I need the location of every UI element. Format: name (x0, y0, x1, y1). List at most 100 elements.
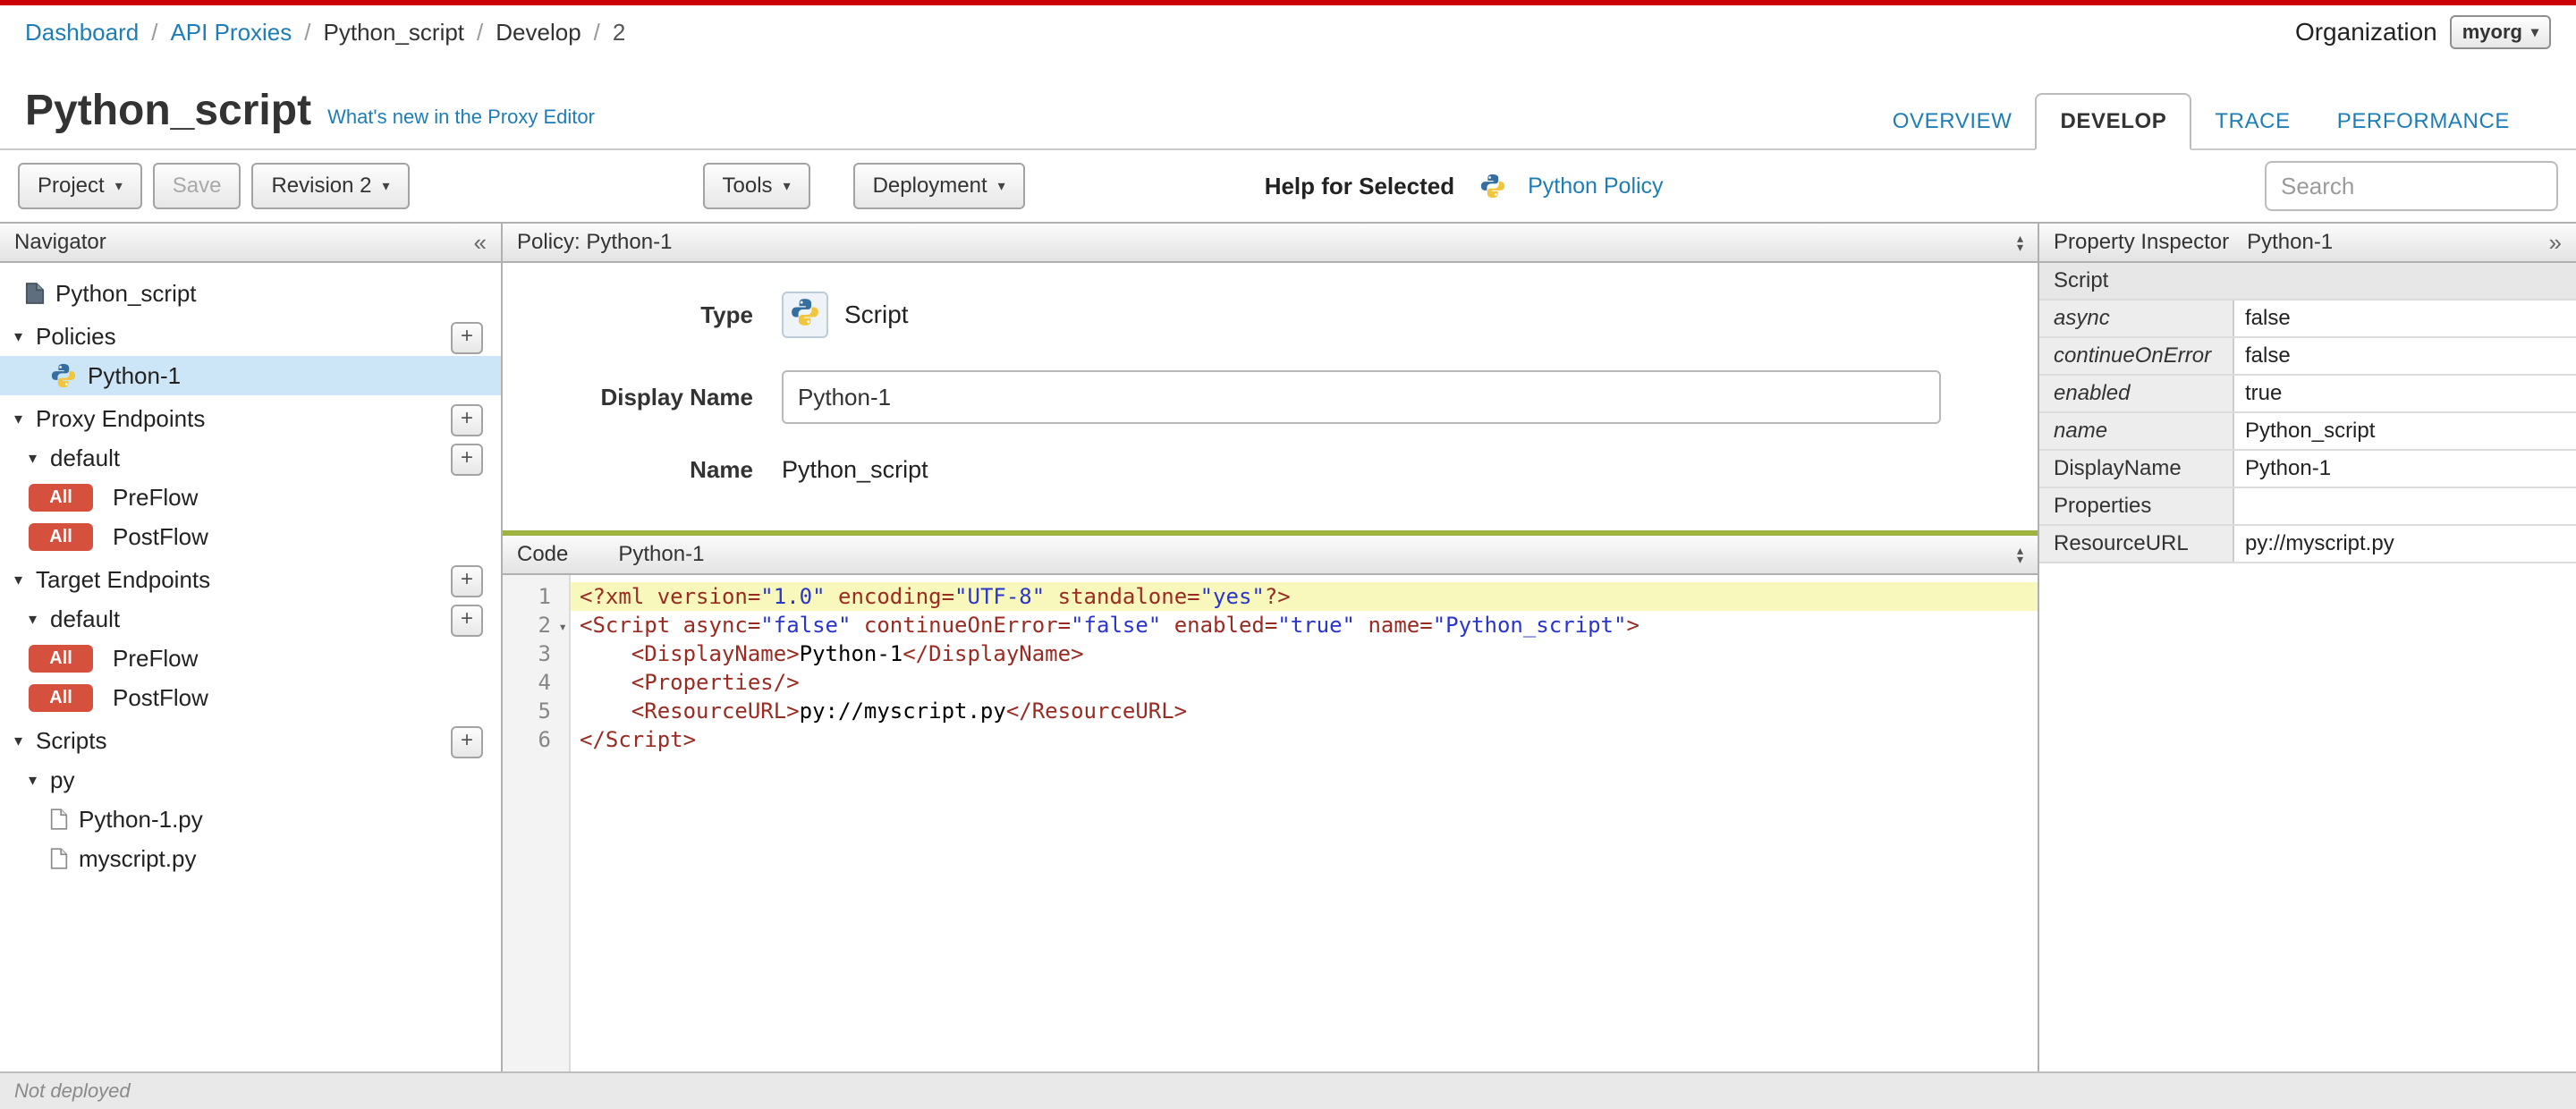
navigator-panel: Navigator « Python_script ▾ Policies + Pytho… (0, 222, 503, 1071)
navigator-item-postflow[interactable]: All PostFlow (0, 517, 501, 556)
code-line: <?xml version="1.0" encoding="UTF-8" sta… (571, 582, 2038, 611)
navigator-item-preflow[interactable]: All PreFlow (0, 478, 501, 517)
policy-panel-title: Policy: Python-1 (517, 230, 673, 254)
disclosure-triangle-icon[interactable]: ▾ (29, 771, 50, 790)
code-gutter: 1 2 ▾ 3 4 5 6 (503, 575, 571, 1071)
navigator-item-label: Python-1 (88, 361, 182, 389)
code-section: Code Python-1 ▴ ▾ 1 2 ▾ 3 4 5 6 <?xml version="… (503, 530, 2038, 1071)
code-file-name: Python-1 (618, 542, 705, 566)
navigator-title: Navigator (14, 230, 106, 254)
add-button[interactable]: + (451, 444, 483, 476)
inspector-row-async[interactable]: async false (2039, 301, 2576, 338)
collapse-panel-icon[interactable]: « (474, 229, 487, 257)
add-button[interactable]: + (451, 322, 483, 354)
navigator-item-policies[interactable]: ▾ Policies + (0, 317, 501, 356)
organization-select[interactable]: myorg ▾ (2449, 15, 2551, 49)
proxy-icon (25, 282, 45, 305)
add-button[interactable]: + (451, 605, 483, 637)
code-fold-icon[interactable]: ▾ (558, 613, 567, 641)
line-number: 1 (538, 584, 551, 609)
navigator-item-scripts[interactable]: ▾ Scripts + (0, 721, 501, 760)
tab-performance[interactable]: PERFORMANCE (2314, 95, 2533, 148)
navigator-item-label: Target Endpoints (36, 565, 211, 593)
property-name: enabled (2039, 376, 2234, 411)
tab-develop[interactable]: DEVELOP (2035, 93, 2192, 150)
navigator-item-python-1[interactable]: Python-1 (0, 356, 501, 395)
all-badge: All (29, 644, 93, 673)
type-label: Type (700, 301, 753, 328)
all-badge: All (29, 522, 93, 551)
code-editor[interactable]: 1 2 ▾ 3 4 5 6 <?xml version="1.0" encoding="UT… (503, 575, 2038, 1071)
navigator-item-label: Policies (36, 322, 116, 350)
deployment-button[interactable]: Deployment ▾ (852, 163, 1025, 209)
property-value: false (2245, 343, 2291, 368)
file-icon (50, 847, 68, 870)
property-table: Script async false continueOnError false enab… (2039, 263, 2576, 563)
navigator-item-myscript-py[interactable]: myscript.py (0, 839, 501, 878)
whats-new-link[interactable]: What's new in the Proxy Editor (327, 106, 595, 148)
disclosure-triangle-icon[interactable]: ▾ (14, 327, 36, 346)
chevron-down-icon: ▾ (997, 179, 1005, 194)
expand-panel-icon[interactable]: » (2549, 229, 2562, 257)
search-input[interactable] (2265, 161, 2558, 211)
revision-button[interactable]: Revision 2 ▾ (251, 163, 410, 209)
property-inspector-header: Property Inspector Python-1 » (2039, 222, 2576, 263)
type-value: Script (782, 292, 909, 338)
page-title: Python_script (25, 87, 312, 134)
all-badge: All (29, 483, 93, 512)
tab-overview[interactable]: OVERVIEW (1869, 95, 2036, 148)
navigator-item-python-1-py[interactable]: Python-1.py (0, 800, 501, 839)
inspector-row-name[interactable]: name Python_script (2039, 413, 2576, 451)
code-lines[interactable]: <?xml version="1.0" encoding="UTF-8" sta… (571, 575, 2038, 1071)
navigator-item-preflow[interactable]: All PreFlow (0, 639, 501, 678)
disclosure-triangle-icon[interactable]: ▾ (14, 571, 36, 589)
tools-button[interactable]: Tools ▾ (702, 163, 810, 209)
disclosure-triangle-icon[interactable]: ▾ (14, 410, 36, 428)
navigator-item-default[interactable]: ▾ default + (0, 599, 501, 639)
navigator-item-python-script[interactable]: Python_script (0, 274, 501, 313)
disclosure-triangle-icon[interactable]: ▾ (29, 610, 50, 629)
inspector-row-continueonerror[interactable]: continueOnError false (2039, 338, 2576, 376)
disclosure-triangle-icon[interactable]: ▾ (29, 449, 50, 468)
property-name: ResourceURL (2039, 526, 2234, 562)
chevron-down-icon: ▾ (382, 179, 390, 194)
property-value: py://myscript.py (2245, 531, 2394, 555)
breadcrumb-item-dashboard[interactable]: Dashboard (25, 19, 139, 47)
collapse-section-icon[interactable]: ▴ ▾ (2017, 232, 2023, 253)
navigator-item-proxy-endpoints[interactable]: ▾ Proxy Endpoints + (0, 399, 501, 438)
display-name-input[interactable] (782, 370, 1941, 424)
all-badge: All (29, 683, 93, 712)
navigator-item-py[interactable]: ▾ py (0, 760, 501, 800)
breadcrumb-separator: / (304, 18, 311, 46)
navigator-item-label: PostFlow (113, 522, 208, 550)
breadcrumb-separator: / (477, 18, 484, 46)
save-button[interactable]: Save (152, 163, 242, 209)
property-inspector-subject: Python-1 (2247, 230, 2334, 254)
tab-trace[interactable]: TRACE (2191, 95, 2313, 148)
navigator-item-target-endpoints[interactable]: ▾ Target Endpoints + (0, 560, 501, 599)
breadcrumb-item-2: 2 (612, 18, 626, 46)
navigator-item-postflow[interactable]: All PostFlow (0, 678, 501, 717)
navigator-item-default[interactable]: ▾ default + (0, 438, 501, 478)
policy-help-link[interactable]: Python Policy (1479, 173, 1664, 199)
add-button[interactable]: + (451, 565, 483, 597)
inspector-row-enabled[interactable]: enabled true (2039, 376, 2576, 413)
breadcrumb-item-api-proxies[interactable]: API Proxies (170, 19, 292, 47)
inspector-row-resourceurl[interactable]: ResourceURL py://myscript.py (2039, 526, 2576, 563)
project-button[interactable]: Project ▾ (18, 163, 142, 209)
inspector-row-displayname[interactable]: DisplayName Python-1 (2039, 451, 2576, 488)
tab-bar: OVERVIEW DEVELOP TRACE PERFORMANCE (1869, 93, 2533, 150)
deployment-status: Not deployed (14, 1079, 131, 1102)
collapse-section-icon[interactable]: ▴ ▾ (2017, 544, 2023, 565)
line-number: 6 (538, 727, 551, 752)
name-row: Name Python_script (503, 456, 2038, 484)
inspector-row-properties[interactable]: Properties (2039, 488, 2576, 526)
breadcrumb-item-python-script: Python_script (323, 18, 465, 46)
name-value: Python_script (782, 456, 928, 483)
add-button[interactable]: + (451, 404, 483, 436)
add-button[interactable]: + (451, 726, 483, 758)
disclosure-triangle-icon[interactable]: ▾ (14, 732, 36, 750)
navigator-item-label: PreFlow (113, 644, 199, 672)
breadcrumb-separator: / (593, 18, 600, 46)
code-line: <Properties/> (631, 670, 800, 695)
